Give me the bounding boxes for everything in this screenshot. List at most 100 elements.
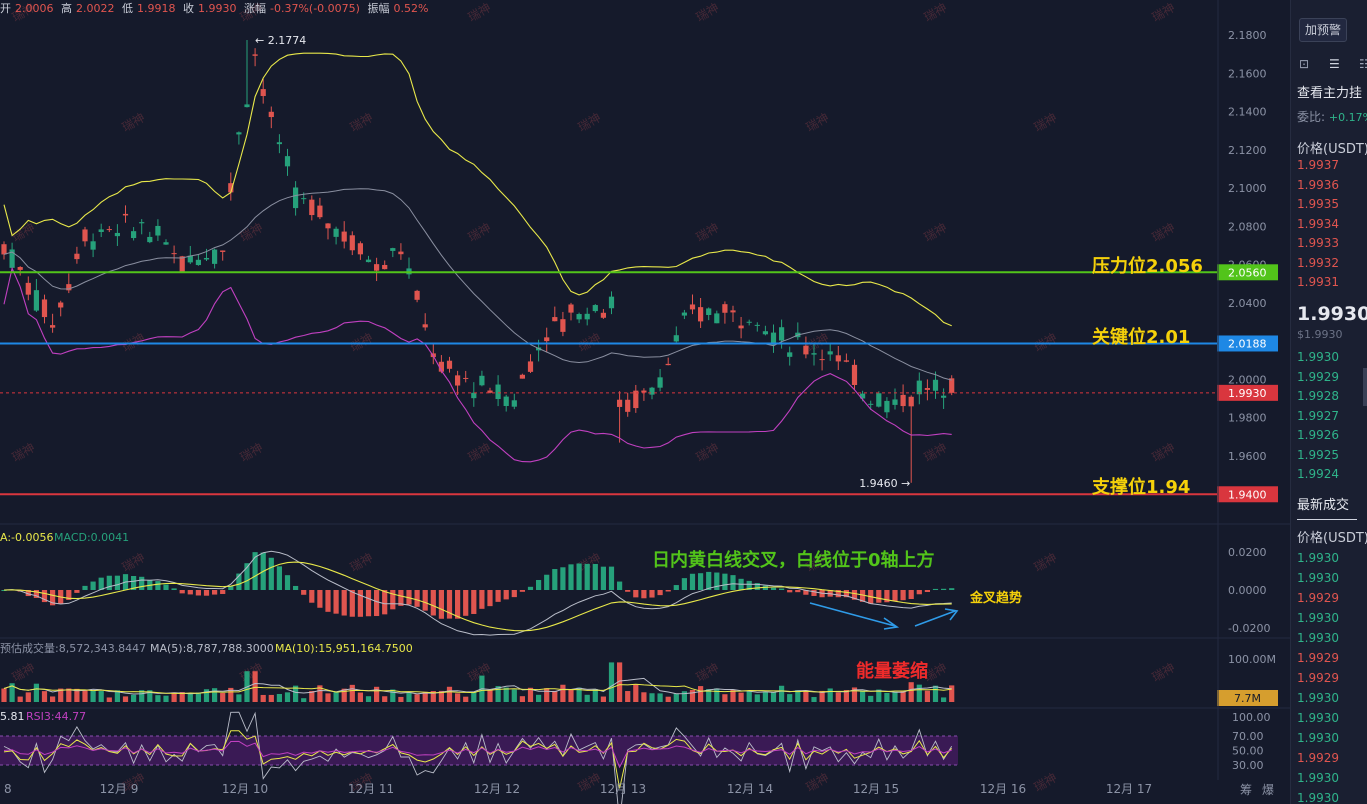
add-alert-button[interactable]: 加预警 (1299, 18, 1347, 42)
candle-body (341, 231, 347, 242)
ask-price[interactable]: 1.9937 (1297, 158, 1339, 172)
rsi-tick-label: 50.00 (1232, 745, 1264, 758)
volume-bar (916, 684, 922, 702)
macd-bar (568, 564, 574, 590)
side-toolbar: ⊡ ☰ ☷ (1299, 57, 1367, 73)
volume-bar (106, 697, 112, 702)
ask-price[interactable]: 1.9936 (1297, 178, 1339, 192)
macd-bar (301, 590, 307, 595)
ask-price[interactable]: 1.9935 (1297, 197, 1339, 211)
book-title[interactable]: 查看主力挂 (1297, 82, 1362, 101)
rsi-tick-label: 70.00 (1232, 730, 1264, 743)
bid-price[interactable]: 1.9929 (1297, 370, 1339, 384)
candle-body (868, 403, 874, 405)
candle-body (446, 360, 453, 369)
candle-body (284, 156, 291, 167)
candle-body (706, 308, 712, 315)
candle-body (552, 317, 558, 322)
watermark-text: 瑞神 (1032, 770, 1060, 794)
candle-body (17, 267, 23, 270)
bid-price[interactable]: 1.9924 (1297, 467, 1339, 481)
candle-body (665, 363, 671, 366)
rsi-tick-label: 30.00 (1232, 759, 1264, 772)
time-axis-label: 12月 17 (1106, 782, 1152, 796)
macd-bar (617, 581, 623, 590)
volume-bar (560, 684, 566, 702)
macd-bar (787, 590, 793, 593)
macd-bar (633, 590, 639, 598)
candle-body (390, 248, 396, 251)
macd-bar (422, 590, 428, 611)
ask-price[interactable]: 1.9933 (1297, 236, 1339, 250)
chart-area[interactable]: 瑞神 瑞神 瑞神 瑞神 瑞神 瑞神 瑞神 瑞神 瑞神 瑞神 瑞神 瑞神 瑞神 瑞神 瑞神 瑞神 瑞神 瑞神 瑞神 瑞神… (0, 0, 1290, 804)
volume-bar (868, 695, 874, 702)
watermark-text: 瑞神 (348, 550, 376, 574)
macd-bar (463, 590, 469, 616)
candle-body (163, 242, 169, 245)
volume-bar (827, 688, 833, 702)
orderbook-both-icon[interactable]: ⊡ (1299, 57, 1309, 71)
volume-bar (357, 692, 363, 702)
macd-bar (536, 579, 542, 590)
macd-bar (374, 590, 380, 617)
volume-bar (82, 689, 88, 702)
volume-bar (220, 692, 226, 702)
ask-price[interactable]: 1.9932 (1297, 256, 1339, 270)
trades-header: 价格(USDT) (1297, 531, 1367, 546)
macd-bar (924, 590, 930, 592)
macd-bar (82, 585, 88, 590)
macd-dea-legend: A:-0.0056 (0, 531, 54, 544)
bid-price[interactable]: 1.9925 (1297, 448, 1339, 462)
price-tick-label: 2.0000 (1228, 373, 1267, 386)
side-panel: 加预警 ⊡ ☰ ☷ 查看主力挂 委比: +0.17% 价格(USDT) 1.99… (1290, 0, 1367, 804)
volume-bar (276, 693, 282, 702)
ask-price[interactable]: 1.9931 (1297, 275, 1339, 289)
volume-bar (374, 686, 380, 702)
orderbook-bids-icon[interactable]: ☰ (1329, 57, 1340, 71)
candle-body (58, 302, 64, 308)
candle-body (1, 244, 7, 255)
watermark-text: 瑞神 (694, 440, 722, 464)
candlestick-chart[interactable]: 瑞神 瑞神 瑞神 瑞神 瑞神 瑞神瑞神 瑞神 瑞神 瑞神 瑞神瑞神 瑞神 瑞神 瑞神 瑞神 瑞神瑞神 瑞神 瑞神… (0, 0, 1290, 804)
watermark-text: 瑞神 (238, 440, 266, 464)
volume-bar (811, 697, 817, 702)
time-axis-label: 12月 13 (600, 782, 646, 796)
volume-bar (770, 692, 777, 702)
macd-bar (349, 590, 355, 617)
candle-body (884, 400, 890, 413)
candle-body (568, 304, 574, 313)
macd-bar (365, 590, 372, 617)
watermark-text: 瑞神 (694, 220, 722, 244)
macd-bar (511, 590, 517, 598)
trades-title[interactable]: 最新成交 (1297, 494, 1349, 513)
side-scrollbar[interactable] (1363, 368, 1367, 406)
candle-body (74, 253, 80, 260)
candle-body (803, 345, 809, 355)
macd-bar (155, 581, 161, 590)
candle-body (98, 229, 104, 232)
orderbook-asks-icon[interactable]: ☷ (1359, 57, 1367, 71)
ask-price[interactable]: 1.9934 (1297, 217, 1339, 231)
time-axis-label: 12月 15 (853, 782, 899, 796)
volume-bar (203, 689, 210, 702)
high-value: 2.0022 (76, 2, 115, 15)
bid-price[interactable]: 1.9927 (1297, 409, 1339, 423)
candle-body (357, 243, 363, 255)
volume-bar (803, 690, 809, 702)
watermark-text: 瑞神 (1032, 550, 1060, 574)
open-value: 2.0006 (15, 2, 54, 15)
volume-annotation: 能量萎缩 (856, 661, 928, 682)
watermark-text: 瑞神 (694, 0, 722, 24)
golden-cross-annotation: 金叉趋势 (970, 591, 1023, 606)
bid-price[interactable]: 1.9926 (1297, 428, 1339, 442)
macd-bar (698, 573, 704, 590)
macd-bar (908, 590, 914, 599)
trade-price: 1.9930 (1297, 771, 1339, 785)
bid-price[interactable]: 1.9928 (1297, 389, 1339, 403)
price-header: 价格(USDT) (1297, 142, 1367, 157)
macd-bar (171, 588, 177, 590)
volume-bar (511, 689, 517, 702)
bid-price[interactable]: 1.9930 (1297, 350, 1339, 364)
volume-bar (503, 687, 509, 702)
candle-body (819, 359, 825, 361)
